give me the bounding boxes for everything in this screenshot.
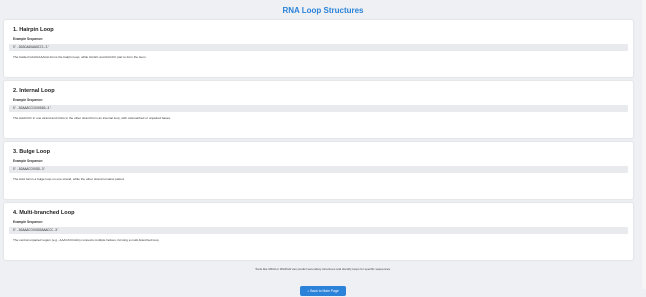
mfold-tool-name: Mfold [268,267,276,271]
section-description: The bolded GAUUAAAGA forms the hairpin l… [13,55,147,59]
sequence-label: Example Sequence: [13,98,44,102]
sequence-label: Example Sequence: [13,159,44,163]
rnafold-tool-name: RNAfold [279,267,292,271]
page-scrollbar[interactable] [642,0,646,289]
internal-loop-section: 2. Internal Loop Example Sequence: 5'-GG… [4,81,633,138]
page-title: RNA Loop Structures [282,6,364,15]
section-title: 4. Multi-branched Loop [13,210,75,216]
hairpin-loop-section: 1. Hairpin Loop Example Sequence: 5'-GGG… [4,20,633,77]
section-description: The central unpaired region (e.g., AAACC… [13,238,160,242]
footer-note: Tools like Mfold or RNAfold can predict … [0,267,646,271]
home-icon: ⌂ [307,289,310,293]
section-description: The AAA forms a bulge loop on one strand… [13,177,125,181]
sequence-box: 5'-GGGCAAUAAGCCC-3' [9,44,628,51]
sequence-box: 5'-GGAAACCCUUUGGG-3' [9,105,628,112]
back-to-main-button[interactable]: ⌂ Back to Main Page [300,286,346,296]
section-description: The AAACCC in one strand and GGG in the … [13,116,171,120]
bulge-loop-section: 3. Bulge Loop Example Sequence: 5'-GGAAA… [4,142,633,199]
back-button-label: Back to Main Page [310,289,339,293]
sequence-box: 5'-GGAAACCUUGG-3' [9,166,628,173]
section-title: 2. Internal Loop [13,88,55,94]
sequence-label: Example Sequence: [13,37,44,41]
sequence-box: 5'-GGAAACCUUGGGAAACCC-3' [9,227,628,234]
section-title: 1. Hairpin Loop [13,27,54,33]
sequence-label: Example Sequence: [13,220,44,224]
footer-note-prefix: Tools like [255,267,269,271]
footer-note-suffix: can predict secondary structures and ide… [291,267,391,271]
section-title: 3. Bulge Loop [13,149,50,155]
multi-branched-loop-section: 4. Multi-branched Loop Example Sequence:… [4,203,633,260]
